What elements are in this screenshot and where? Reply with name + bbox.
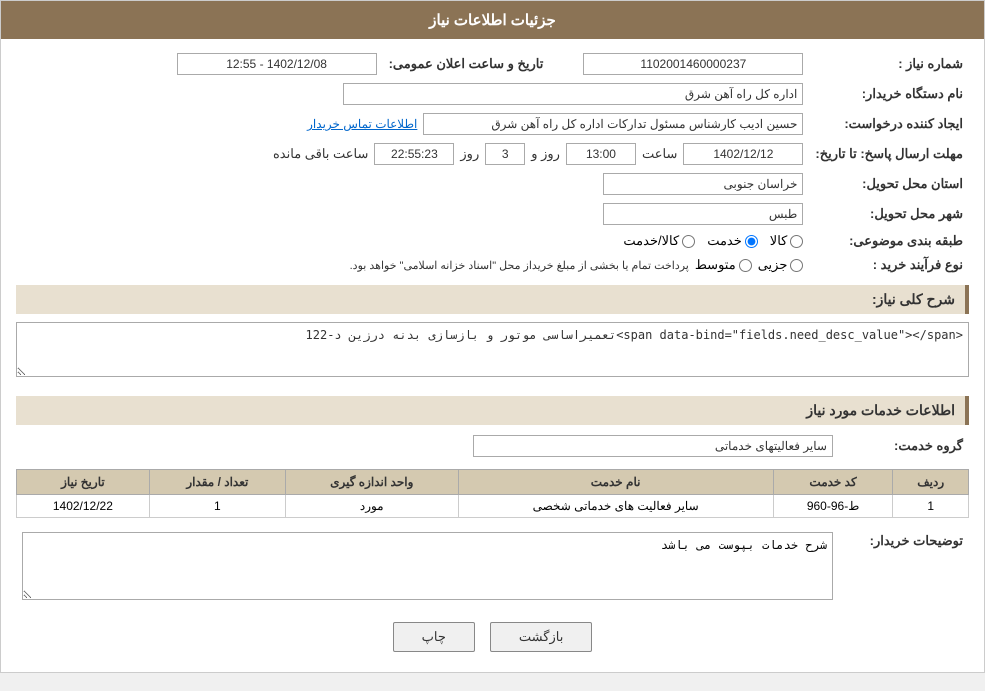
announce-date-input[interactable]: [177, 53, 377, 75]
buyer-desc-label: توضیحات خریدار:: [839, 528, 969, 607]
need-number-label: شماره نیاز :: [809, 49, 969, 79]
services-label: اطلاعات خدمات مورد نیاز: [806, 402, 955, 418]
need-number-input[interactable]: [583, 53, 803, 75]
service-group-label: گروه خدمت:: [839, 431, 969, 461]
need-desc-label: شرح کلی نیاز:: [872, 291, 955, 307]
cell-rownum: 1: [893, 495, 969, 518]
purchase-type-label: نوع فرآیند خرید :: [809, 253, 969, 277]
category-khedmat[interactable]: خدمت: [707, 233, 758, 249]
col-service-code: کد خدمت: [773, 470, 893, 495]
col-service-name: نام خدمت: [458, 470, 773, 495]
purchase-jozii[interactable]: جزیی: [758, 257, 804, 273]
deadline-time-input[interactable]: [566, 143, 636, 165]
col-rownum: ردیف: [893, 470, 969, 495]
page-header: جزئیات اطلاعات نیاز: [1, 1, 984, 39]
city-label: شهر محل تحویل:: [809, 199, 969, 229]
purchase-mottavasset[interactable]: متوسط: [695, 257, 752, 273]
days-label: روز و: [531, 146, 560, 162]
category-kala[interactable]: کالا: [770, 233, 804, 249]
cell-service-name: سایر فعالیت های خدماتی شخصی: [458, 495, 773, 518]
table-row: 1 ط-96-960 سایر فعالیت های خدماتی شخصی م…: [17, 495, 969, 518]
back-button[interactable]: بازگشت: [490, 622, 592, 652]
category-label: طبقه بندی موضوعی:: [809, 229, 969, 253]
deadline-label: مهلت ارسال پاسخ: تا تاریخ:: [809, 139, 969, 169]
buyer-desc-textarea[interactable]: شرح خدمات بپوست می باشد: [22, 532, 833, 600]
buyer-org-label: نام دستگاه خریدار:: [809, 79, 969, 109]
province-input[interactable]: [603, 173, 803, 195]
page-title: جزئیات اطلاعات نیاز: [429, 12, 556, 29]
print-button[interactable]: چاپ: [393, 622, 475, 652]
announce-date-label: تاریخ و ساعت اعلان عمومی:: [383, 49, 550, 79]
remaining-label: ساعت باقی مانده: [273, 146, 368, 162]
col-unit: واحد اندازه گیری: [285, 470, 458, 495]
purchase-note: پرداخت تمام یا بخشی از مبلغ خریداز محل "…: [350, 259, 689, 272]
remaining-days-input[interactable]: [485, 143, 525, 165]
contact-link[interactable]: اطلاعات تماس خریدار: [307, 117, 417, 131]
cell-need-date: 1402/12/22: [17, 495, 150, 518]
cell-unit: مورد: [285, 495, 458, 518]
services-section: اطلاعات خدمات مورد نیاز: [16, 396, 969, 425]
need-desc-section: شرح کلی نیاز:: [16, 285, 969, 314]
cell-quantity: 1: [149, 495, 285, 518]
creator-input[interactable]: [423, 113, 803, 135]
province-label: استان محل تحویل:: [809, 169, 969, 199]
button-row: بازگشت چاپ: [16, 607, 969, 662]
deadline-date-input[interactable]: [683, 143, 803, 165]
creator-label: ایجاد کننده درخواست:: [809, 109, 969, 139]
cell-service-code: ط-96-960: [773, 495, 893, 518]
category-kala-khedmat[interactable]: کالا/خدمت: [623, 233, 695, 249]
col-need-date: تاریخ نیاز: [17, 470, 150, 495]
days-word: روز: [460, 146, 479, 162]
col-quantity: تعداد / مقدار: [149, 470, 285, 495]
time-label: ساعت: [642, 146, 677, 162]
service-group-input[interactable]: [473, 435, 833, 457]
need-desc-textarea[interactable]: <span data-bind="fields.need_desc_value"…: [16, 322, 969, 377]
remaining-time-input[interactable]: [374, 143, 454, 165]
buyer-org-input[interactable]: [343, 83, 803, 105]
city-input[interactable]: [603, 203, 803, 225]
